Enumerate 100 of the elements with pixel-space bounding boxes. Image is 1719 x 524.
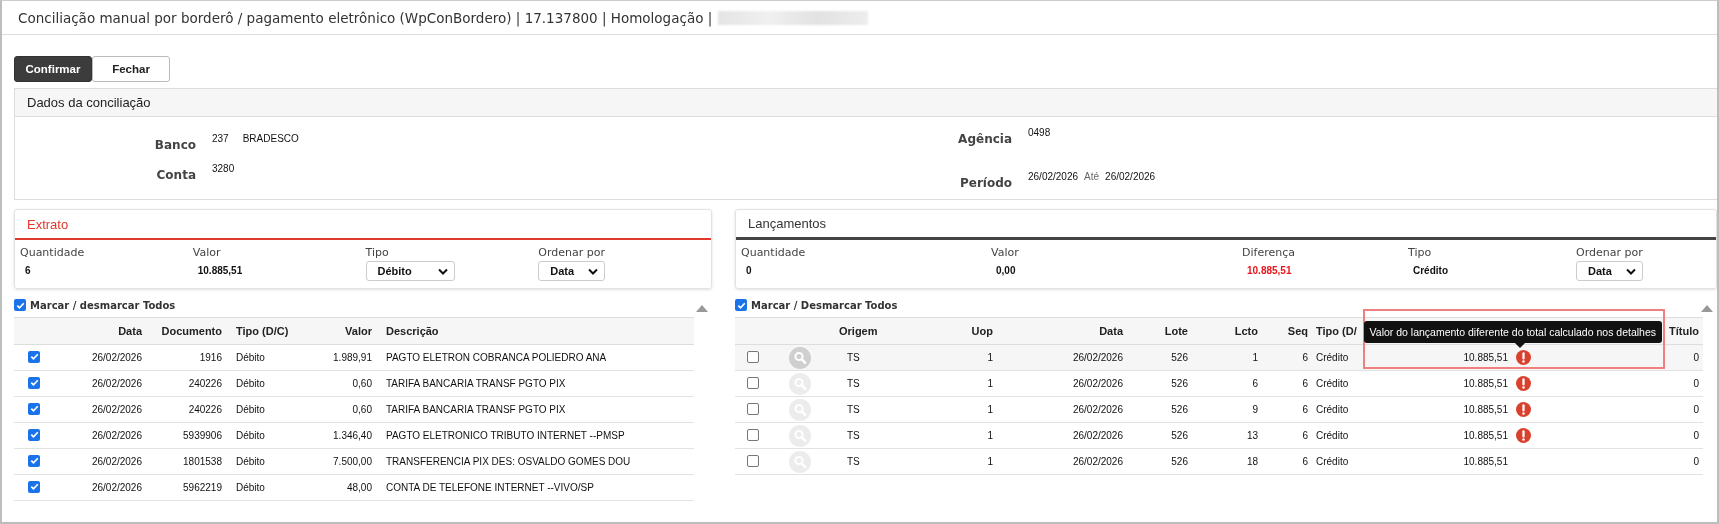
table-cell: 10.885,51	[1463, 430, 1508, 441]
column-header: Origem	[839, 325, 878, 337]
column-header: Lote	[1164, 325, 1188, 337]
table-cell: Débito	[236, 430, 265, 441]
table-cell: 526	[1171, 456, 1188, 467]
table-cell: TARIFA BANCARIA TRANSF PGTO PIX	[386, 378, 566, 389]
table-cell: TS	[847, 378, 860, 389]
summary-label: Quantidade	[20, 246, 85, 259]
summary-value: 6	[25, 265, 31, 276]
table-cell: 0	[1693, 404, 1699, 415]
table-cell: 0,60	[352, 404, 372, 415]
table-cell: 5939906	[183, 430, 222, 441]
summary-value: 10.885,51	[197, 265, 243, 276]
table-cell: 1916	[199, 352, 222, 363]
table-cell: 0	[1693, 352, 1699, 363]
table-cell: 1	[1252, 352, 1258, 363]
close-button[interactable]: Fechar	[92, 56, 170, 82]
select-all-label: Marcar / desmarcar Todos	[30, 299, 176, 311]
summary-label: Quantidade	[741, 246, 806, 259]
table-cell: 1.989,91	[333, 352, 372, 363]
page-title: Conciliação manual por borderô / pagamento eletrônico (WpConBordero) | 17.137800 | Homologação |	[18, 9, 713, 26]
field-value: 0498	[1028, 127, 1051, 138]
table-cell: 6	[1252, 378, 1258, 389]
table-cell: 9	[1252, 404, 1258, 415]
table-cell: 6	[1302, 404, 1308, 415]
field-label: Agência	[957, 132, 1012, 146]
summary-label: Ordenar por	[538, 246, 605, 259]
field-value: 26/02/2026	[1028, 171, 1079, 182]
dropdown[interactable]: Débito	[365, 261, 455, 281]
column-header: Uop	[971, 325, 993, 337]
field-value: 3280	[212, 163, 235, 174]
table-cell: 48,00	[346, 482, 372, 493]
table-cell: 240226	[188, 378, 222, 389]
table-cell: TARIFA BANCARIA TRANSF PGTO PIX	[386, 404, 566, 415]
table-cell: TS	[847, 404, 860, 415]
table-cell: 526	[1171, 404, 1188, 415]
summary-label: Valor	[192, 246, 221, 259]
summary-label: Ordenar por	[1576, 246, 1643, 259]
table-cell: Débito	[236, 352, 265, 363]
table-cell: 0	[1693, 430, 1699, 441]
table-cell: TS	[847, 352, 860, 363]
summary-value: 10.885,51	[1247, 265, 1292, 276]
table-cell: 1	[987, 456, 993, 467]
table-cell: 26/02/2026	[1072, 378, 1123, 389]
table-cell: Débito	[236, 456, 265, 467]
range-separator: Até	[1084, 171, 1100, 182]
column-header: Descrição	[386, 325, 439, 337]
column-header: Título	[1669, 325, 1699, 337]
field-label: Conta	[155, 168, 196, 182]
table-cell: Crédito	[1316, 352, 1349, 363]
table-cell: 10.885,51	[1463, 378, 1508, 389]
dropdown[interactable]: Data	[538, 261, 606, 281]
table-cell: Crédito	[1316, 404, 1349, 415]
table-cell: 10.885,51	[1463, 404, 1508, 415]
table-cell: 26/02/2026	[91, 404, 142, 415]
table-cell: TS	[847, 430, 860, 441]
table-cell: 0	[1693, 456, 1699, 467]
table-cell: 526	[1171, 430, 1188, 441]
table-cell: Crédito	[1316, 456, 1349, 467]
table-cell: 240226	[188, 404, 222, 415]
field-label: Banco	[153, 138, 196, 152]
summary-label: Valor	[991, 246, 1019, 259]
table-cell: 26/02/2026	[91, 378, 142, 389]
table-cell: TS	[847, 456, 860, 467]
summary-label: Tipo	[1408, 246, 1432, 259]
table-cell: 1801538	[183, 456, 222, 467]
table-cell: 10.885,51	[1463, 352, 1508, 363]
column-header: Tipo (D/C)	[236, 325, 289, 337]
table-cell: 10.885,51	[1463, 456, 1508, 467]
table-cell: 6	[1302, 352, 1308, 363]
dropdown[interactable]: Data	[1576, 261, 1643, 281]
table-cell: Débito	[236, 482, 265, 493]
column-header: Seq	[1287, 325, 1308, 337]
table-cell: Débito	[236, 378, 265, 389]
table-cell: 1	[987, 352, 993, 363]
table-cell: 1	[987, 404, 993, 415]
summary-value: 0	[746, 265, 752, 276]
confirm-button[interactable]: Confirmar	[14, 56, 92, 82]
table-cell: CONTA DE TELEFONE INTERNET --VIVO/SP	[386, 482, 594, 493]
table-cell: Débito	[236, 404, 265, 415]
table-cell: Crédito	[1316, 378, 1349, 389]
panel-title: Lançamentos	[748, 216, 827, 231]
table-cell: 0,60	[352, 378, 372, 389]
panel-title: Extrato	[27, 216, 69, 232]
table-cell: 26/02/2026	[1072, 456, 1123, 467]
table-cell: TRANSFERENCIA PIX DES: OSVALDO GOMES DOU	[386, 456, 631, 467]
table-cell: 26/02/2026	[91, 430, 142, 441]
column-header: Data	[1099, 325, 1123, 337]
table-cell: 26/02/2026	[1072, 430, 1123, 441]
field-value: 237	[212, 133, 229, 144]
tooltip: Valor do lançamento diferente do total calculado nos detalhes	[1363, 321, 1662, 343]
table-cell: 13	[1246, 430, 1258, 441]
table-cell: 5962219	[183, 482, 222, 493]
table-cell: 6	[1302, 430, 1308, 441]
column-header: Valor	[345, 325, 372, 337]
column-header: Lcto	[1234, 325, 1258, 337]
table-cell: 26/02/2026	[91, 456, 142, 467]
column-header: Tipo (D/	[1316, 325, 1357, 337]
table-cell: 26/02/2026	[1072, 352, 1123, 363]
field-value: 26/02/2026	[1105, 171, 1156, 182]
